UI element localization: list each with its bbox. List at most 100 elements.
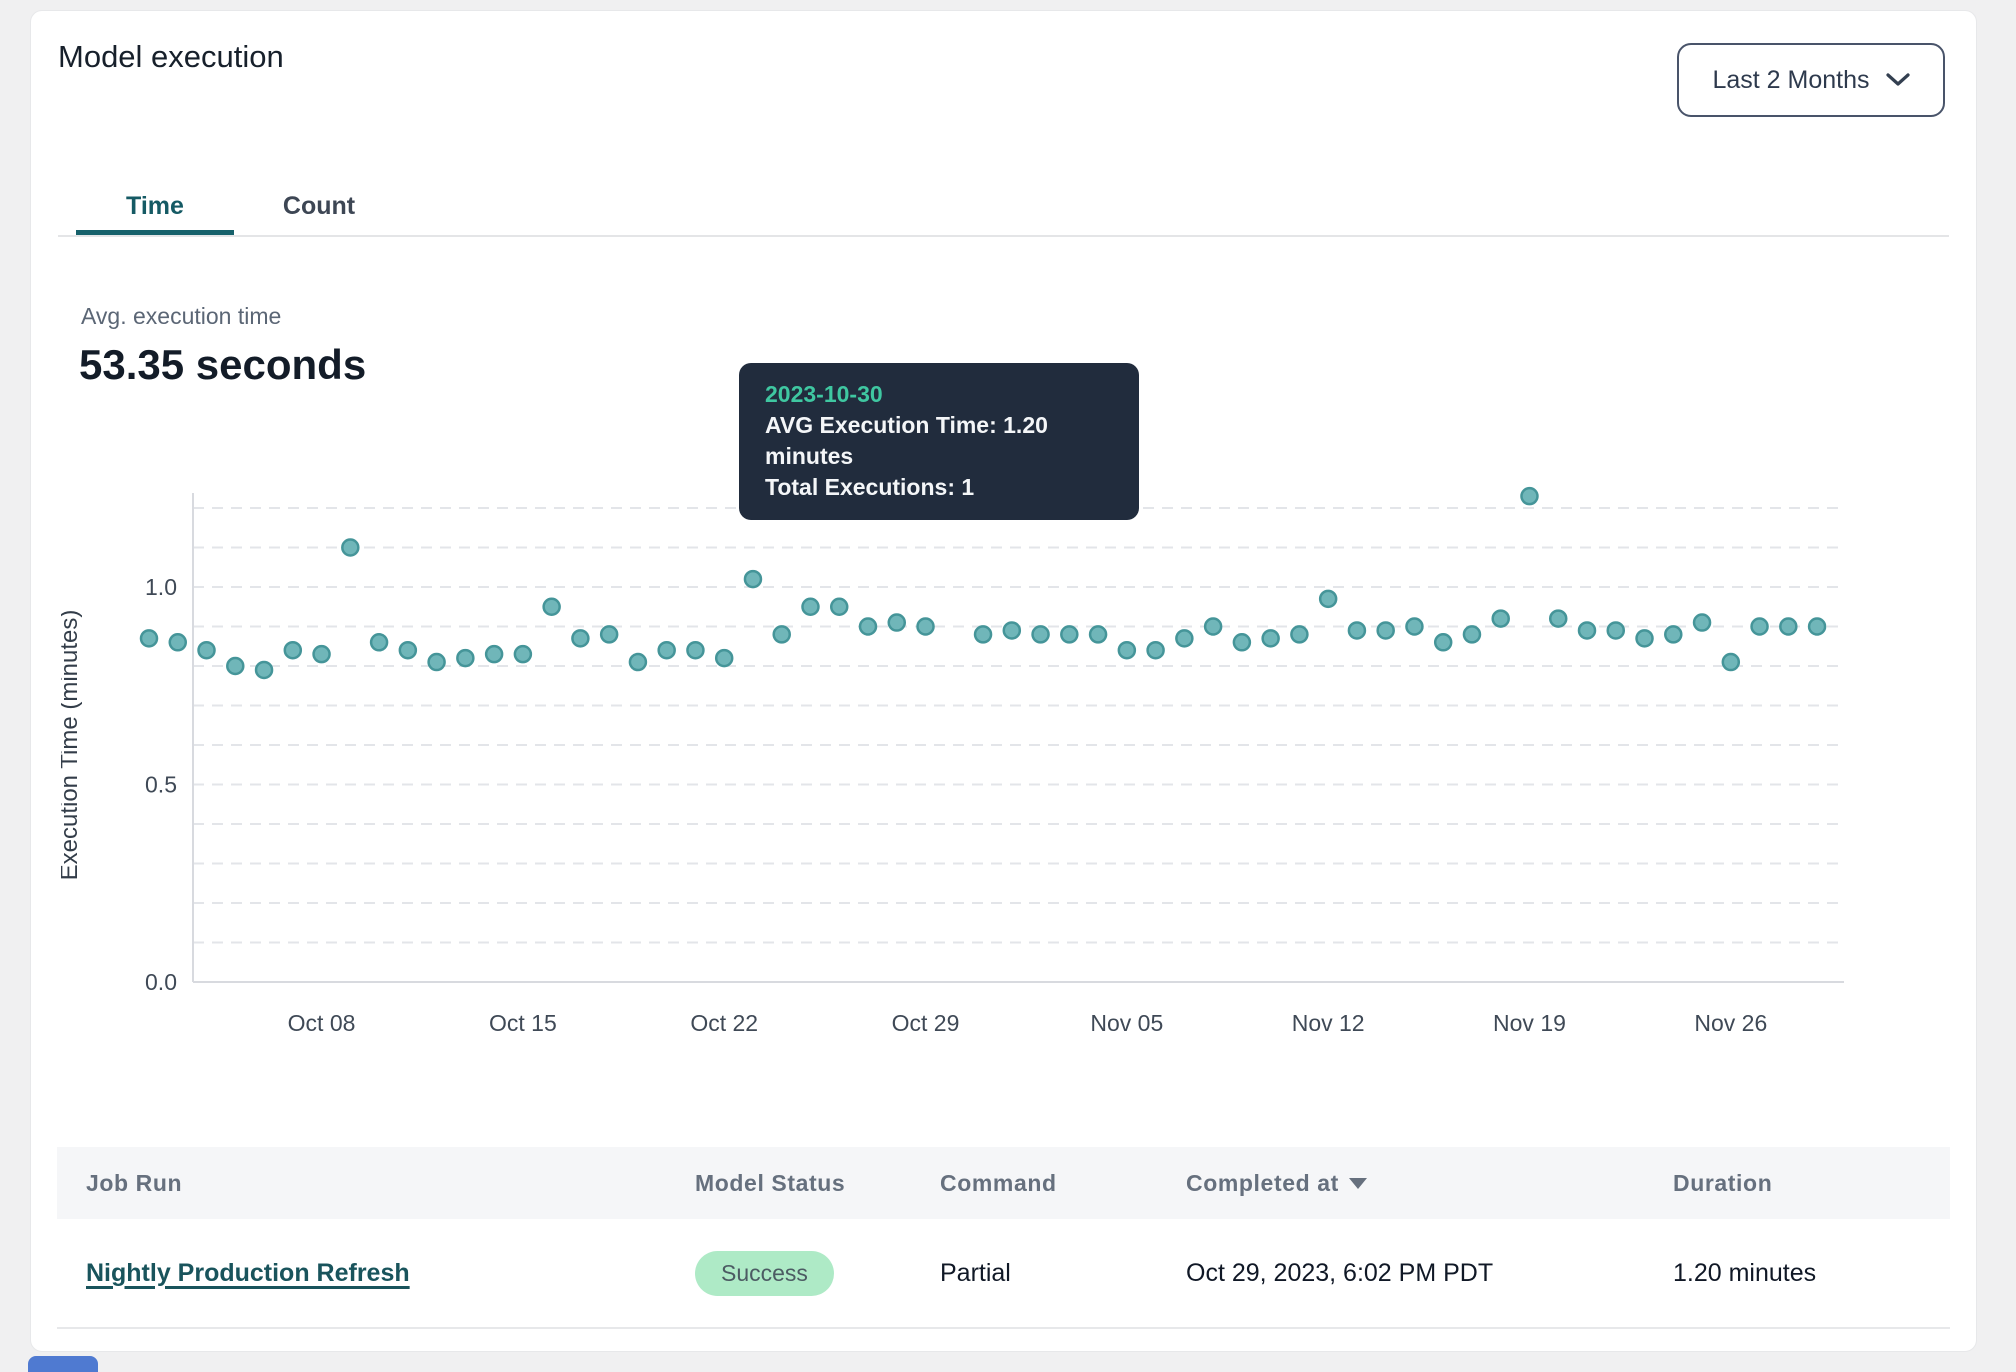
- data-point[interactable]: 2023-10-11: 0.84: [400, 642, 416, 658]
- avg-execution-time-value: 53.35 seconds: [79, 341, 366, 389]
- model-status-cell: Success: [695, 1219, 834, 1327]
- data-point[interactable]: 2023-10-08: 0.83: [314, 646, 330, 662]
- data-point[interactable]: 2023-10-19: 0.81: [630, 654, 646, 670]
- x-tick-label: Nov 12: [1292, 1010, 1365, 1036]
- chart-tabs: Time Count: [31, 171, 1976, 241]
- data-point[interactable]: 2023-10-12: 0.81: [429, 654, 445, 670]
- data-point[interactable]: 2023-10-07: 0.84: [285, 642, 301, 658]
- data-point[interactable]: 2023-10-20: 0.84: [659, 642, 675, 658]
- data-point[interactable]: 2023-11-04: 0.88: [1090, 626, 1106, 642]
- model-execution-card: Model execution Last 2 Months Time Count…: [30, 10, 1977, 1352]
- data-point[interactable]: 2023-11-20: 0.92: [1550, 611, 1566, 627]
- data-point[interactable]: 2023-11-13: 0.89: [1349, 622, 1365, 638]
- data-point[interactable]: 2023-11-28: 0.90: [1780, 619, 1796, 635]
- data-point[interactable]: 2023-11-12: 0.97: [1320, 591, 1336, 607]
- job-run-link[interactable]: Nightly Production Refresh: [86, 1259, 410, 1288]
- tooltip-total-executions: Total Executions: 1: [765, 472, 1113, 503]
- data-point[interactable]: 2023-10-31: 0.88: [975, 626, 991, 642]
- data-point[interactable]: 2023-10-05: 0.80: [227, 658, 243, 674]
- data-point[interactable]: 2023-10-03: 0.86: [170, 634, 186, 650]
- duration-cell: 1.20 minutes: [1673, 1219, 1816, 1327]
- data-point[interactable]: 2023-10-14: 0.83: [486, 646, 502, 662]
- data-point[interactable]: 2023-10-10: 0.86: [371, 634, 387, 650]
- data-point[interactable]: 2023-10-06: 0.79: [256, 662, 272, 678]
- page-title: Model execution: [58, 39, 284, 75]
- data-point[interactable]: 2023-11-26: 0.81: [1723, 654, 1739, 670]
- date-range-value: Last 2 Months: [1712, 66, 1869, 95]
- data-point[interactable]: 2023-11-21: 0.89: [1579, 622, 1595, 638]
- data-point[interactable]: 2023-11-29: 0.90: [1809, 619, 1825, 635]
- y-tick-label: 0.5: [145, 772, 177, 798]
- data-point[interactable]: 2023-10-26: 0.95: [831, 599, 847, 615]
- data-point[interactable]: 2023-10-13: 0.82: [457, 650, 473, 666]
- data-point[interactable]: 2023-10-21: 0.84: [687, 642, 703, 658]
- data-point[interactable]: 2023-10-15: 0.83: [515, 646, 531, 662]
- x-tick-label: Nov 26: [1694, 1010, 1767, 1036]
- data-point[interactable]: 2023-10-16: 0.95: [544, 599, 560, 615]
- data-point[interactable]: 2023-11-01: 0.89: [1004, 622, 1020, 638]
- y-axis-title: Execution Time (minutes): [61, 610, 83, 881]
- data-point[interactable]: 2023-10-29: 0.90: [918, 619, 934, 635]
- data-point[interactable]: 2023-11-07: 0.87: [1176, 630, 1192, 646]
- data-point[interactable]: 2023-11-18: 0.92: [1493, 611, 1509, 627]
- data-point[interactable]: 2023-10-09: 1.10: [342, 540, 358, 556]
- data-point[interactable]: 2023-10-22: 0.82: [716, 650, 732, 666]
- data-point[interactable]: 2023-10-23: 1.02: [745, 571, 761, 587]
- data-point[interactable]: 2023-10-04: 0.84: [199, 642, 215, 658]
- execution-time-chart: 0.00.51.0Execution Time (minutes)Oct 08O…: [61, 441, 1901, 1071]
- completed-at-cell: Oct 29, 2023, 6:02 PM PDT: [1186, 1219, 1493, 1327]
- avg-execution-time-label: Avg. execution time: [81, 303, 281, 330]
- data-point[interactable]: 2023-10-18: 0.88: [601, 626, 617, 642]
- column-header-model-status[interactable]: Model Status: [695, 1147, 845, 1219]
- x-tick-label: Oct 29: [892, 1010, 960, 1036]
- tab-count[interactable]: Count: [234, 171, 404, 241]
- data-point[interactable]: 2023-11-24: 0.88: [1665, 626, 1681, 642]
- column-header-job-run[interactable]: Job Run: [86, 1147, 182, 1219]
- data-point[interactable]: 2023-10-27: 0.90: [860, 619, 876, 635]
- dashboard-page: { "header": { "title": "Model execution"…: [0, 0, 2016, 1372]
- data-point[interactable]: 2023-11-15: 0.90: [1406, 619, 1422, 635]
- column-header-duration[interactable]: Duration: [1673, 1147, 1772, 1219]
- column-header-completed-at[interactable]: Completed at: [1186, 1147, 1367, 1219]
- data-point[interactable]: 2023-11-19: 1.23: [1521, 488, 1537, 504]
- data-point[interactable]: 2023-11-09: 0.86: [1234, 634, 1250, 650]
- data-point[interactable]: 2023-11-11: 0.88: [1291, 626, 1307, 642]
- data-point[interactable]: 2023-11-08: 0.90: [1205, 619, 1221, 635]
- data-point[interactable]: 2023-11-16: 0.86: [1435, 634, 1451, 650]
- data-point[interactable]: 2023-10-25: 0.95: [802, 599, 818, 615]
- table-bottom-divider: [57, 1327, 1950, 1329]
- data-point[interactable]: 2023-11-25: 0.91: [1694, 615, 1710, 631]
- status-badge: Success: [695, 1251, 834, 1296]
- tabs-divider: [58, 235, 1949, 237]
- date-range-selector[interactable]: Last 2 Months: [1677, 43, 1945, 117]
- y-tick-label: 0.0: [145, 969, 177, 995]
- table-row: Nightly Production Refresh Success Parti…: [57, 1219, 1950, 1327]
- data-point[interactable]: 2023-11-05: 0.84: [1119, 642, 1135, 658]
- data-point[interactable]: 2023-11-02: 0.88: [1033, 626, 1049, 642]
- x-tick-label: Nov 05: [1090, 1010, 1163, 1036]
- x-tick-label: Oct 22: [690, 1010, 758, 1036]
- runs-table-header: Job Run Model Status Command Completed a…: [57, 1147, 1950, 1219]
- data-point[interactable]: 2023-10-24: 0.88: [774, 626, 790, 642]
- x-tick-label: Oct 08: [288, 1010, 356, 1036]
- x-tick-label: Nov 19: [1493, 1010, 1566, 1036]
- data-point[interactable]: 2023-11-22: 0.89: [1608, 622, 1624, 638]
- job-run-cell: Nightly Production Refresh: [86, 1219, 410, 1327]
- chart-tooltip: 2023-10-30 AVG Execution Time: 1.20 minu…: [739, 363, 1139, 520]
- data-point[interactable]: 2023-10-02: 0.87: [141, 630, 157, 646]
- scatter-plot[interactable]: 0.00.51.0Execution Time (minutes)Oct 08O…: [61, 441, 1901, 1071]
- data-point[interactable]: 2023-11-14: 0.89: [1378, 622, 1394, 638]
- data-point[interactable]: 2023-11-03: 0.88: [1061, 626, 1077, 642]
- help-widget-button[interactable]: [28, 1356, 98, 1372]
- data-point[interactable]: 2023-11-06: 0.84: [1148, 642, 1164, 658]
- data-point[interactable]: 2023-10-28: 0.91: [889, 615, 905, 631]
- data-point[interactable]: 2023-10-17: 0.87: [572, 630, 588, 646]
- sort-desc-icon: [1349, 1178, 1367, 1189]
- data-point[interactable]: 2023-11-27: 0.90: [1752, 619, 1768, 635]
- command-cell: Partial: [940, 1219, 1011, 1327]
- column-header-command[interactable]: Command: [940, 1147, 1057, 1219]
- tooltip-date: 2023-10-30: [765, 379, 1113, 410]
- data-point[interactable]: 2023-11-17: 0.88: [1464, 626, 1480, 642]
- data-point[interactable]: 2023-11-10: 0.87: [1263, 630, 1279, 646]
- data-point[interactable]: 2023-11-23: 0.87: [1637, 630, 1653, 646]
